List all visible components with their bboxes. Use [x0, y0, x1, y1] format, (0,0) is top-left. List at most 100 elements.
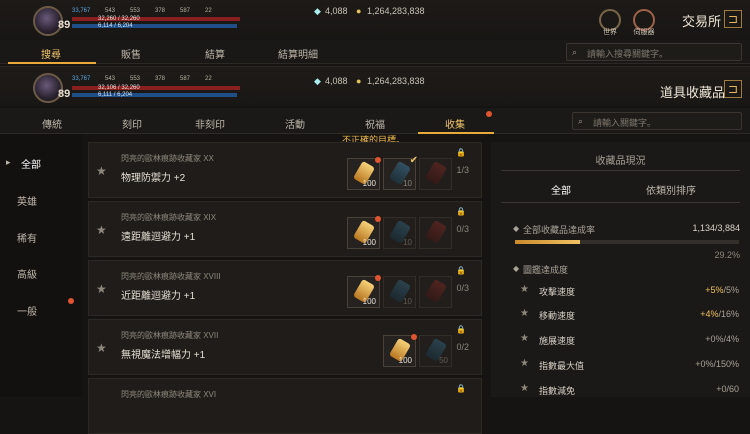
search-placeholder: 請輸入關鍵字。: [593, 118, 657, 128]
item-slot[interactable]: 100: [347, 275, 381, 308]
notification-dot: [375, 216, 381, 222]
progress-fill: [515, 240, 581, 244]
exchange-search-input[interactable]: ⌕ 請輸入搜尋關鍵字。: [566, 43, 742, 61]
diamond-icon: ◆: [314, 6, 321, 16]
tab-collect[interactable]: 收集: [433, 116, 477, 131]
sidebar-item-hero[interactable]: 英雄: [0, 193, 68, 208]
collection-reward: 無視魔法增幅力 +1: [121, 350, 206, 361]
star-icon: ★: [520, 383, 529, 394]
favorite-star-icon[interactable]: ★: [96, 223, 107, 237]
exchange-header: 89 33,767 543 553 378 587 22 32,260 / 32…: [0, 0, 750, 40]
item-slot[interactable]: 100: [347, 157, 381, 190]
item-slot[interactable]: [419, 276, 452, 308]
collection-row[interactable]: ★ 閃亮的歐林痕跡收藏家 XX 物理防禦力 +2 100 ✔ 10 🔒 1/3: [88, 142, 482, 198]
stat-5-2: 22: [205, 76, 212, 82]
tab-settle[interactable]: 結算: [194, 46, 236, 61]
gold-amount: 1,264,283,838: [367, 6, 425, 16]
mp-bar: [72, 24, 237, 28]
item-slot[interactable]: 10: [383, 217, 416, 249]
favorite-star-icon[interactable]: ★: [96, 282, 107, 296]
diamond-icon-2: ◆: [314, 76, 321, 86]
search-icon: ⌕: [578, 116, 584, 126]
slot-quantity: 100: [362, 238, 376, 247]
stat-3: 378: [155, 8, 166, 14]
diamond-amount: 4,088: [325, 6, 348, 16]
collection-reward: 近距離迴避力 +1: [121, 291, 196, 302]
star-icon: ★: [520, 308, 529, 319]
item-slot[interactable]: [419, 217, 452, 249]
total-progress-bar: [515, 240, 739, 244]
notification-dot: [375, 157, 381, 163]
tab-sell[interactable]: 販售: [110, 46, 152, 61]
stat-row: ★ 指數最大值 +0%/150%: [515, 354, 739, 374]
gold-icon: ●: [356, 6, 362, 16]
sidebar-item-normal[interactable]: 一般: [0, 303, 68, 318]
stat-name: 移動速度: [539, 311, 576, 321]
server-label: 伺服器: [633, 29, 655, 36]
stat-name: 指數減免: [539, 386, 576, 396]
lock-icon: 🔒: [456, 325, 466, 334]
mp-text: 6,114 / 6,204: [98, 23, 133, 29]
slot-quantity: 10: [403, 238, 412, 247]
panel-tab-by-category[interactable]: 依類別排序: [631, 182, 711, 197]
notification-dot: [411, 334, 417, 340]
sidebar-item-premium[interactable]: 高級: [0, 266, 68, 281]
stat-value: +5%/5%: [705, 285, 739, 295]
favorite-star-icon[interactable]: ★: [96, 341, 107, 355]
tab-engraved[interactable]: 刻印: [110, 116, 154, 131]
total-percent: 29.2%: [714, 250, 740, 260]
exchange-tabs: 搜尋 販售 結算 結算明細 ⌕ 請輸入搜尋關鍵字。: [0, 40, 750, 64]
item-slot[interactable]: [419, 158, 452, 190]
slot-quantity: 100: [362, 297, 376, 306]
hp-text: 32,260 / 32,260: [98, 16, 140, 22]
diamond-amount-2: 4,088: [325, 76, 348, 86]
tab-underline: [8, 62, 96, 64]
panel-title: 收藏品現況: [595, 156, 646, 167]
stat-1: 543: [105, 8, 116, 14]
collection-tabs: 傳統 刻印 非刻印 活動 祝福 收集 ⌕ 請輸入關鍵字。: [0, 108, 750, 134]
collection-row[interactable]: ★ 閃亮的歐林痕跡收藏家 XVII 無視魔法增幅力 +1 100 50 🔒 0/…: [88, 319, 482, 375]
tab-search[interactable]: 搜尋: [30, 46, 72, 61]
search-icon: ⌕: [572, 47, 578, 57]
stat-name: 施展速度: [539, 336, 576, 346]
favorite-star-icon[interactable]: ★: [96, 164, 107, 178]
gold-icon-2: ●: [356, 76, 362, 86]
collection-group: 閃亮的歐林痕跡收藏家 XX: [121, 154, 214, 163]
divider: [501, 202, 740, 203]
panel-tab-all[interactable]: 全部: [531, 182, 591, 197]
tab-not-engraved[interactable]: 非刻印: [182, 116, 238, 131]
mp-text-2: 6,111 / 6,204: [98, 92, 133, 98]
collection-group: 閃亮的歐林痕跡收藏家 XVIII: [121, 272, 221, 281]
collection-progress: 0/3: [456, 224, 469, 234]
stat-3-2: 378: [155, 76, 166, 82]
tab-event[interactable]: 活動: [273, 116, 317, 131]
item-slot[interactable]: 50: [419, 335, 452, 367]
slot-quantity: 100: [398, 356, 412, 365]
world-label: 世界: [603, 29, 617, 36]
tab-traditional[interactable]: 傳統: [30, 116, 74, 131]
character-level: 89: [58, 19, 71, 31]
exit-button[interactable]: ⊐: [724, 10, 742, 28]
collection-row[interactable]: 閃亮的歐林痕跡收藏家 XVI 🔒: [88, 378, 482, 434]
collection-progress: 0/3: [456, 283, 469, 293]
collection-progress: 1/3: [456, 165, 469, 175]
sidebar-item-rare[interactable]: 稀有: [0, 230, 68, 245]
tab-settle-detail[interactable]: 結算明細: [270, 46, 326, 61]
hp-text-2: 32,106 / 32,260: [98, 85, 140, 91]
collection-group: 閃亮的歐林痕跡收藏家 XIX: [121, 213, 217, 222]
item-slot[interactable]: ✔ 10: [383, 155, 418, 190]
collection-search-input[interactable]: ⌕ 請輸入關鍵字。: [572, 112, 742, 130]
item-slot[interactable]: 100: [383, 334, 417, 367]
slot-quantity: 10: [403, 179, 412, 188]
check-icon: ✔: [409, 155, 418, 166]
collection-reward: 物理防禦力 +2: [121, 173, 186, 184]
section-marker-icon: ◆: [513, 264, 520, 273]
item-slot[interactable]: 10: [383, 276, 416, 308]
collection-row[interactable]: ★ 閃亮的歐林痕跡收藏家 XIX 遠距離迴避力 +1 100 10 🔒 0/3: [88, 201, 482, 257]
item-slot[interactable]: 100: [347, 216, 381, 249]
notification-dot: [375, 275, 381, 281]
collection-row[interactable]: ★ 閃亮的歐林痕跡收藏家 XVIII 近距離迴避力 +1 100 10 🔒 0/…: [88, 260, 482, 316]
tab-blessing[interactable]: 祝福: [353, 116, 397, 131]
exit-button-2[interactable]: ⊐: [724, 80, 742, 98]
stat-row: ★ 移動速度 +4%/16%: [515, 304, 739, 324]
